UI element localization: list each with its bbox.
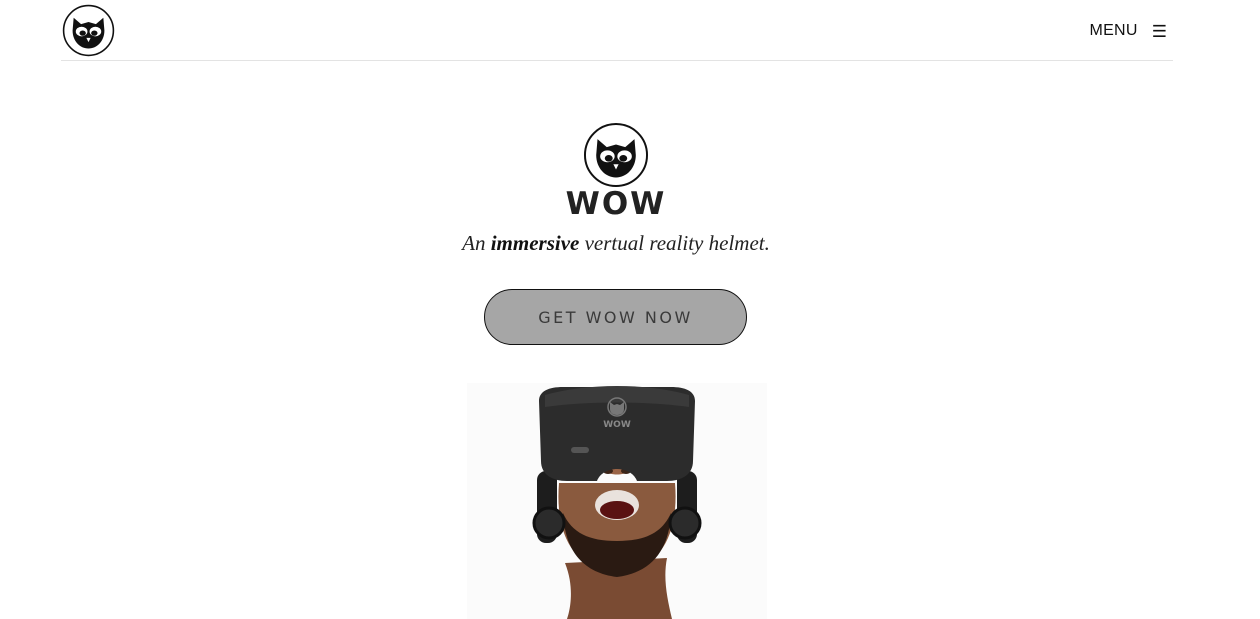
hamburger-icon: ☰: [1151, 21, 1167, 41]
vr-headset-image: WOW: [467, 383, 767, 619]
menu-label: MENU: [1089, 22, 1138, 39]
menu-button[interactable]: MENU ☰: [1089, 20, 1167, 42]
headset-logo-text: WOW: [603, 420, 631, 430]
owl-logo-icon: [583, 122, 649, 188]
owl-logo-icon[interactable]: [62, 4, 115, 57]
tagline-suffix: vertual reality helmet.: [579, 231, 770, 255]
site-header: MENU ☰: [61, 0, 1173, 61]
brand-name: WOW: [565, 186, 667, 222]
tagline: An immersive vertual reality helmet.: [380, 231, 852, 256]
get-wow-now-button[interactable]: GET WOW NOW: [484, 289, 747, 345]
tagline-emphasis: immersive: [490, 231, 580, 255]
tagline-prefix: An: [462, 231, 491, 255]
